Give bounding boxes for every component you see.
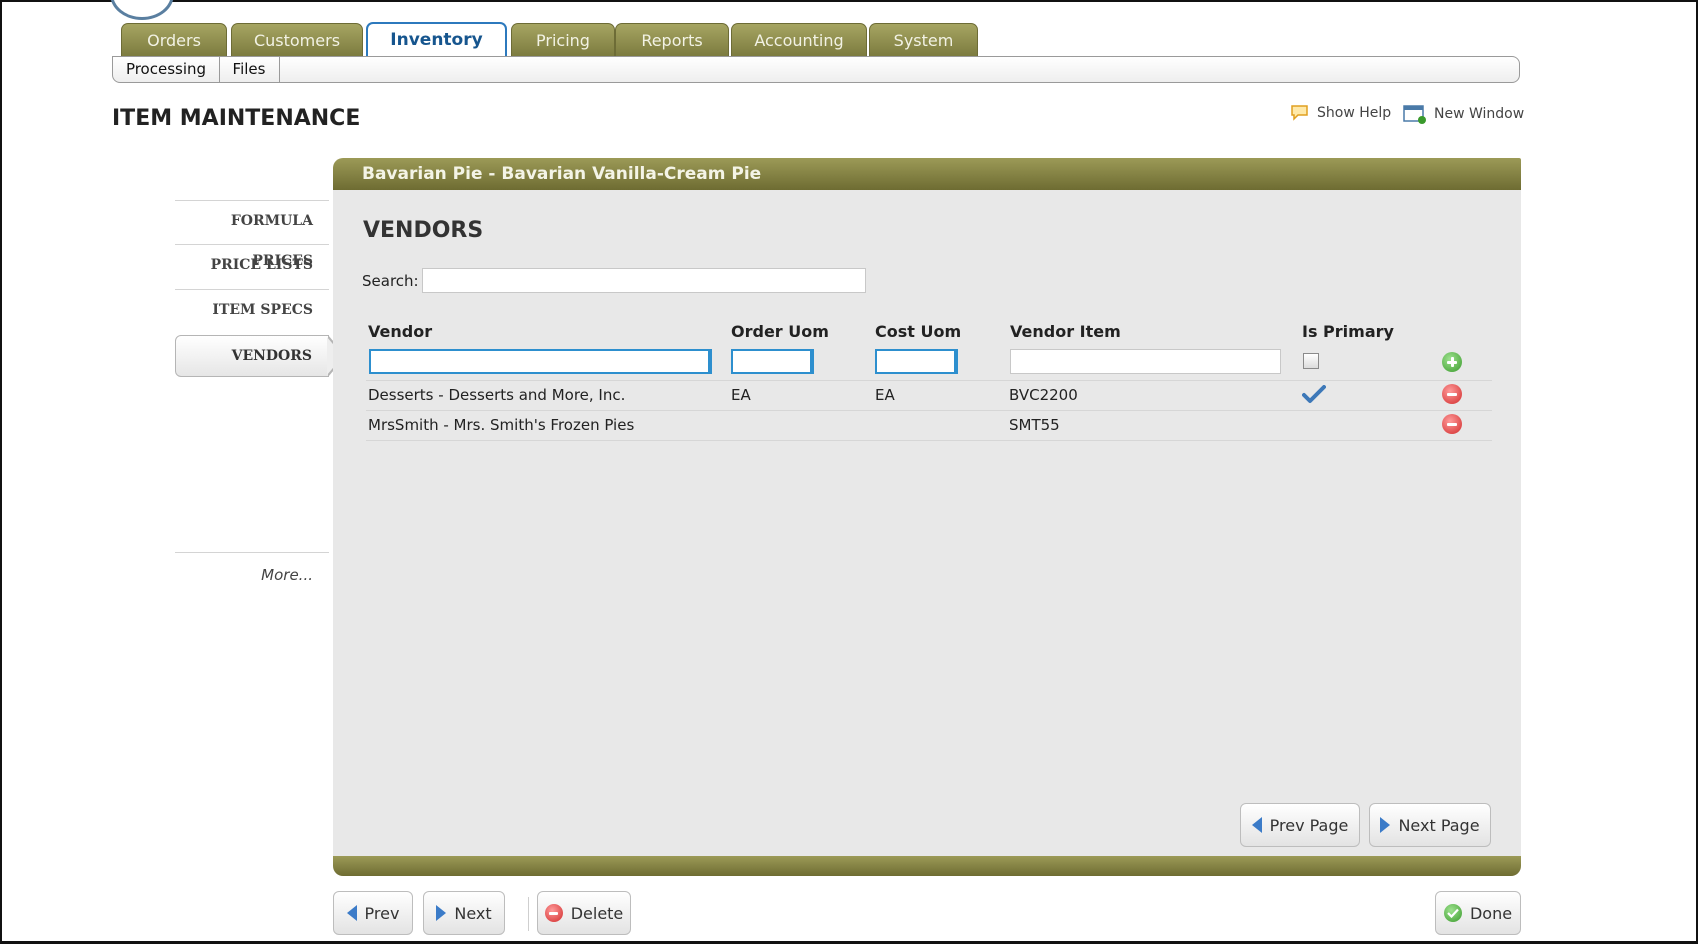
next-button[interactable]: Next [423,891,505,935]
delete-button[interactable]: Delete [537,891,631,935]
column-header-vendor[interactable]: Vendor [368,322,432,341]
prev-page-button[interactable]: Prev Page [1240,803,1360,847]
plus-icon-vertical [1450,357,1454,367]
tab-system[interactable]: System [869,23,978,56]
page-title: ITEM MAINTENANCE [112,106,361,131]
tab-accounting[interactable]: Accounting [731,23,867,56]
tab-inventory[interactable]: Inventory [366,22,507,57]
nav-item-specs[interactable]: ITEM SPECS [175,289,329,331]
button-separator [528,897,529,931]
item-header-bar: Bavarian Pie - Bavarian Vanilla-Cream Pi… [333,158,1521,190]
new-vendor-input[interactable] [369,349,712,374]
nav-price-lists[interactable]: PRICE LISTS [175,244,329,286]
prev-label: Prev [364,903,400,923]
search-label: Search: [362,272,419,290]
tab-orders[interactable]: Orders [121,23,227,56]
prev-button[interactable]: Prev [333,891,413,935]
check-glyph [1447,908,1459,918]
column-header-order-uom[interactable]: Order Uom [731,322,829,341]
check-circle-icon [1443,904,1462,922]
new-is-primary-checkbox[interactable] [1303,353,1319,369]
right-arrow-icon [1380,817,1391,833]
section-title: VENDORS [363,218,484,243]
minus-icon [1447,422,1457,426]
left-arrow-icon [1251,817,1262,833]
nav-formula-prices[interactable]: FORMULA PRICES [175,200,329,269]
row-divider [366,440,1492,441]
cost-uom-cell: EA [875,386,895,404]
tab-pricing[interactable]: Pricing [511,23,615,56]
tab-customers[interactable]: Customers [231,23,363,56]
tab-reports[interactable]: Reports [615,23,729,56]
new-cost-uom-input[interactable] [875,349,958,374]
row-divider [366,380,1492,381]
right-arrow-icon [436,905,447,921]
column-header-vendor-item[interactable]: Vendor Item [1010,322,1121,341]
vendor-cell: MrsSmith - Mrs. Smith's Frozen Pies [368,416,635,434]
delete-row-button[interactable] [1442,384,1462,404]
sub-navigation: Processing Files [112,56,1520,83]
more-link[interactable]: More... [175,552,329,597]
next-label: Next [454,903,492,923]
new-window-label: New Window [1434,106,1525,122]
left-arrow-icon [346,905,357,921]
show-help-label: Show Help [1317,105,1392,121]
minus-icon [549,911,559,915]
row-divider [366,410,1492,411]
search-input[interactable] [422,268,866,293]
new-vendor-item-input[interactable] [1010,349,1281,374]
vendor-cell: Desserts - Desserts and More, Inc. [368,386,626,404]
nav-vendors[interactable]: VENDORS [175,335,329,377]
subtab-processing[interactable]: Processing [113,57,220,82]
done-button[interactable]: Done [1435,891,1521,935]
minus-icon [1447,392,1457,396]
add-vendor-button[interactable] [1442,352,1462,372]
done-label: Done [1469,903,1513,923]
order-uom-cell: EA [731,386,751,404]
next-page-button[interactable]: Next Page [1369,803,1491,847]
new-window-link[interactable]: New Window [1403,104,1524,124]
vendor-item-cell: SMT55 [1009,416,1060,434]
vendor-item-cell: BVC2200 [1009,386,1078,404]
new-order-uom-input[interactable] [731,349,814,374]
show-help-link[interactable]: Show Help [1290,104,1391,122]
new-window-icon [1403,105,1426,124]
delete-icon [544,904,563,922]
column-header-is-primary[interactable]: Is Primary [1302,322,1394,341]
speech-bubble-icon [1291,105,1308,121]
column-header-cost-uom[interactable]: Cost Uom [875,322,961,341]
panel-footer-bar [333,856,1521,876]
prev-page-label: Prev Page [1269,815,1349,835]
next-page-label: Next Page [1398,815,1480,835]
subtab-files[interactable]: Files [219,57,280,82]
delete-label: Delete [570,903,624,923]
delete-row-button[interactable] [1442,414,1462,434]
checkmark-icon [1302,385,1326,403]
